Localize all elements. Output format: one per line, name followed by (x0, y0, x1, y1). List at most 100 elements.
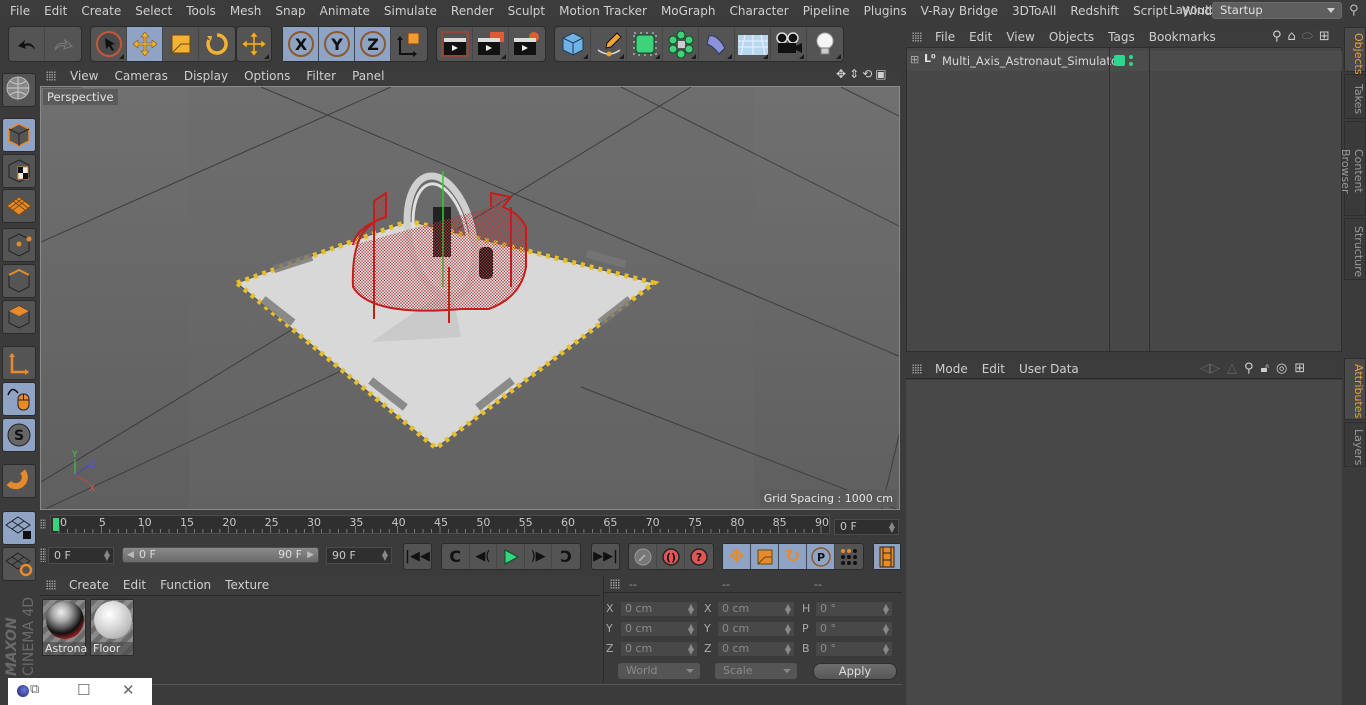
go-to-end-button[interactable]: ▶▶| (592, 544, 619, 569)
pan-view-icon[interactable]: ✥ (836, 67, 849, 81)
coord-field[interactable]: 0 cm ▲ ▼ (620, 621, 698, 637)
menu-mograph[interactable]: MoGraph (654, 4, 723, 18)
close-icon[interactable]: ✕ (122, 681, 135, 699)
y-axis-button[interactable]: Y (319, 27, 355, 61)
move-tool-button[interactable] (127, 27, 163, 61)
object-menu-tags[interactable]: Tags (1101, 30, 1142, 44)
texture-mode-button[interactable] (2, 154, 36, 188)
polygons-mode-button[interactable] (2, 300, 36, 334)
timeline-ruler[interactable]: 0 5 10 15 20 25 30 35 40 45 50 55 60 65 70 75 80 85 90 (50, 515, 830, 534)
tab-structure[interactable]: Structure (1344, 218, 1366, 280)
menu-simulate[interactable]: Simulate (377, 4, 444, 18)
x-axis-button[interactable]: X (283, 27, 319, 61)
menu-character[interactable]: Character (722, 4, 795, 18)
coordinate-mode-dropdown[interactable]: Scale (715, 663, 797, 679)
viewport-menu-filter[interactable]: Filter (298, 69, 344, 83)
coordinate-system-button[interactable] (391, 27, 427, 61)
redo-button[interactable] (45, 27, 81, 61)
autokeying-button[interactable]: () (657, 544, 685, 569)
toggle-layout-icon[interactable]: ▣ (875, 67, 889, 81)
menu-render[interactable]: Render (444, 4, 501, 18)
menu-plugins[interactable]: Plugins (857, 4, 914, 18)
edges-mode-button[interactable] (2, 264, 36, 298)
coord-field[interactable]: 0 ° ▲ ▼ (815, 641, 893, 657)
coord-field[interactable]: 0 ° ▲ ▼ (815, 621, 893, 637)
solo-button[interactable]: S (2, 418, 36, 452)
pen-spline-button[interactable] (591, 27, 627, 61)
record-active-objects-button[interactable] (629, 544, 657, 569)
end-frame-field[interactable]: 90 F ▲ ▼ (326, 547, 392, 564)
menu-3dtoall[interactable]: 3DToAll (1005, 4, 1063, 18)
workplane-mode-button[interactable] (2, 189, 36, 223)
new-panel-icon[interactable]: ⊞ (1319, 29, 1330, 44)
play-button[interactable] (497, 544, 525, 569)
panel-grip-icon[interactable] (610, 579, 620, 589)
coord-field[interactable]: 0 cm ▲ ▼ (717, 621, 795, 637)
rotate-view-icon[interactable]: ⟲ (862, 67, 875, 81)
search-icon[interactable]: ⚲ (1244, 361, 1254, 376)
light-button[interactable] (807, 27, 843, 61)
tab-content-browser[interactable]: Content Browser (1339, 121, 1366, 216)
menu-sculpt[interactable]: Sculpt (501, 4, 552, 18)
render-view-button[interactable] (437, 27, 473, 61)
layer-color-swatch[interactable] (1114, 55, 1125, 66)
attribute-menu-user-data[interactable]: User Data (1012, 362, 1086, 376)
tab-attributes[interactable]: Attributes (1344, 358, 1366, 420)
object-menu-objects[interactable]: Objects (1042, 30, 1101, 44)
render-settings-button[interactable] (509, 27, 545, 61)
key-pla-button[interactable] (835, 544, 863, 569)
viewport-menu-cameras[interactable]: Cameras (106, 69, 175, 83)
menu-script[interactable]: Script (1126, 4, 1175, 18)
menu-pipeline[interactable]: Pipeline (796, 4, 857, 18)
coordinate-space-dropdown[interactable]: World (618, 663, 700, 679)
material-menu-create[interactable]: Create (62, 578, 116, 592)
timeline-window-button[interactable] (874, 544, 900, 569)
subdivision-surface-button[interactable] (627, 27, 663, 61)
camera-label[interactable]: Perspective (43, 89, 118, 105)
render-to-picture-viewer-button[interactable] (473, 27, 509, 61)
apply-button[interactable]: Apply (813, 663, 897, 680)
attribute-menu-mode[interactable]: Mode (928, 362, 975, 376)
scale-tool-button[interactable] (163, 27, 199, 61)
key-rotation-button[interactable]: ↻ (779, 544, 807, 569)
spinner-icon[interactable]: ▲ ▼ (104, 549, 110, 562)
spinner-icon[interactable]: ▲ ▼ (382, 549, 388, 562)
search-icon[interactable]: ⚲ (1349, 3, 1359, 18)
render-visibility-dot[interactable] (1129, 62, 1133, 66)
menu-mesh[interactable]: Mesh (223, 4, 269, 18)
range-left-arrow-icon[interactable]: ◀ (127, 548, 134, 562)
z-axis-button[interactable]: Z (355, 27, 391, 61)
key-scale-button[interactable] (751, 544, 779, 569)
coord-field[interactable]: 0 cm ▲ ▼ (620, 601, 698, 617)
spinner-icon[interactable]: ▲ ▼ (785, 603, 791, 616)
object-menu-file[interactable]: File (928, 30, 962, 44)
go-to-start-button[interactable]: |◀◀ (404, 544, 431, 569)
key-parameter-button[interactable]: P (807, 544, 835, 569)
panel-grip-icon[interactable] (912, 31, 922, 42)
undo-button[interactable] (9, 27, 45, 61)
prev-keyframe-button[interactable]: C (442, 544, 470, 569)
material-astronaut[interactable]: Astrona (42, 599, 87, 656)
menu-create[interactable]: Create (74, 4, 128, 18)
key-position-button[interactable]: ✥ (723, 544, 751, 569)
menu-tools[interactable]: Tools (179, 4, 223, 18)
frame-range-slider[interactable]: ◀ 0 F 90 F ▶ (122, 547, 319, 563)
workplane-align-button[interactable] (2, 547, 36, 581)
material-menu-texture[interactable]: Texture (218, 578, 276, 592)
spinner-icon[interactable]: ▲ ▼ (883, 643, 889, 656)
nav-back-forward-icon[interactable]: ◁▷ (1200, 361, 1220, 376)
visibility-icon[interactable]: ⬭ (1302, 29, 1313, 44)
coord-field[interactable]: 0 cm ▲ ▼ (717, 641, 795, 657)
object-row[interactable]: ⊞ L⁰ Multi_Axis_Astronaut_Simulator (907, 51, 1342, 71)
next-frame-button[interactable]: )▶ (525, 544, 553, 569)
target-icon[interactable]: ◎ (1276, 361, 1287, 376)
tab-takes[interactable]: Takes (1344, 74, 1366, 119)
spinner-icon[interactable]: ▲ ▼ (785, 623, 791, 636)
spinner-icon[interactable]: ▲ ▼ (883, 603, 889, 616)
menu-edit[interactable]: Edit (37, 4, 74, 18)
zoom-view-icon[interactable]: ⇕ (849, 67, 862, 81)
editor-visibility-dot[interactable] (1129, 55, 1133, 59)
new-panel-icon[interactable]: ⊞ (1294, 361, 1305, 376)
snap-button[interactable] (2, 464, 36, 498)
recent-tool-button[interactable] (237, 27, 271, 61)
